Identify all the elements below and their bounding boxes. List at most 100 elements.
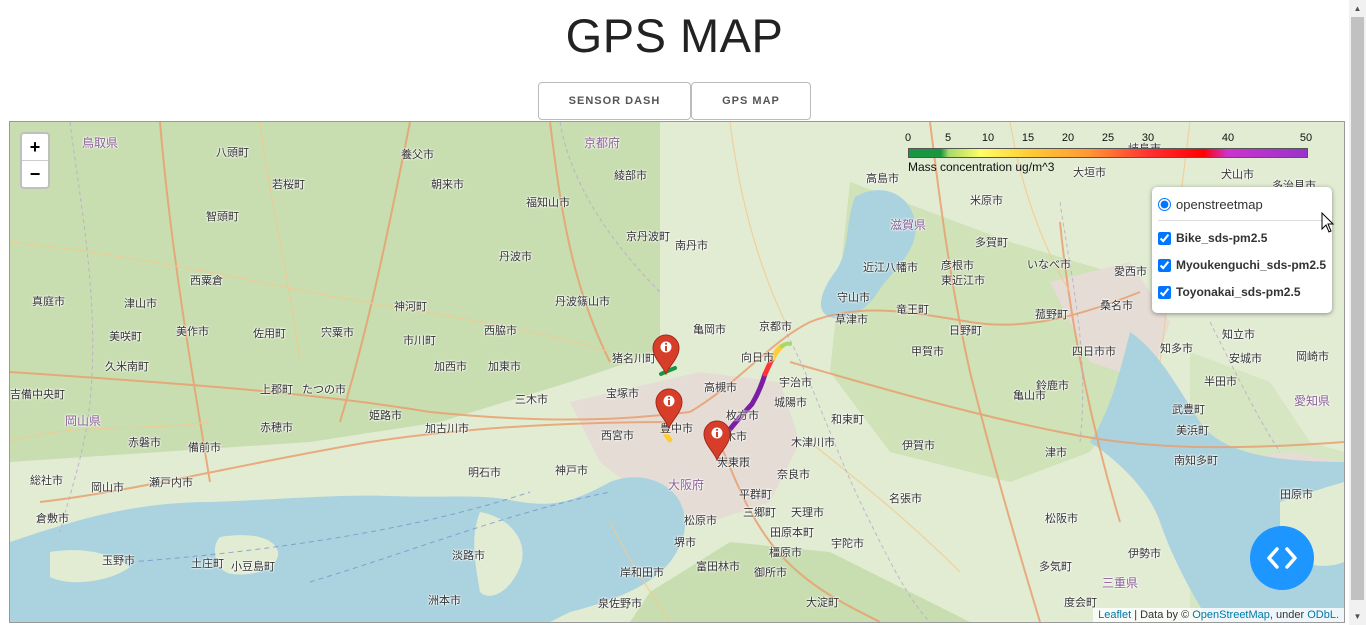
- map-label: 彦根市: [941, 259, 974, 272]
- map-label: 田原本町: [770, 526, 814, 539]
- map-label: 草津市: [835, 313, 868, 326]
- map-view[interactable]: 鳥取県 八頭町 養父市 京都府 若桜町 朝来市 綾部市 高島市 岐阜市 大垣市 …: [9, 121, 1345, 623]
- map-label: 伊賀市: [902, 439, 935, 452]
- overlay-checkbox[interactable]: [1158, 231, 1171, 245]
- map-label: いなべ市: [1027, 258, 1071, 271]
- leaflet-link[interactable]: Leaflet: [1098, 609, 1131, 621]
- map-label: 名張市: [889, 492, 922, 505]
- map-label: 高槻市: [704, 381, 737, 394]
- map-label: 岸和田市: [620, 566, 664, 579]
- map-label: 養父市: [401, 148, 434, 161]
- map-label: 美作市: [176, 325, 209, 338]
- overlay-checkbox[interactable]: [1158, 258, 1171, 272]
- colorbar-tick: 20: [1061, 132, 1075, 144]
- colorbar-tick: 25: [1101, 132, 1115, 144]
- map-marker-icon[interactable]: [702, 419, 732, 461]
- scrollbar-thumb[interactable]: [1351, 17, 1364, 600]
- map-label: 智頭町: [206, 210, 239, 223]
- odbl-link[interactable]: ODbL.: [1307, 609, 1339, 621]
- map-label: 城陽市: [774, 396, 807, 409]
- map-label: 西粟倉: [190, 274, 223, 287]
- map-label: 四日市市: [1072, 345, 1116, 358]
- map-label: 朝来市: [431, 178, 464, 191]
- map-label: 真庭市: [32, 295, 65, 308]
- map-label: 綾部市: [614, 169, 647, 182]
- map-label: 高島市: [866, 172, 899, 185]
- code-icon: [1267, 547, 1297, 569]
- map-label: 姫路市: [369, 409, 402, 422]
- map-label: 美咲町: [109, 330, 142, 343]
- overlay-checkbox[interactable]: [1158, 285, 1171, 299]
- map-label: 京都府: [584, 136, 621, 150]
- page-title: GPS MAP: [565, 9, 784, 62]
- map-label: 伊勢市: [1128, 547, 1161, 560]
- base-layer-openstreetmap[interactable]: openstreetmap: [1158, 197, 1263, 212]
- zoom-control: + −: [20, 132, 50, 189]
- map-label: 多気町: [1039, 560, 1072, 573]
- map-label: 倉敷市: [36, 512, 69, 525]
- map-label: 松阪市: [1045, 512, 1078, 525]
- map-label: 堺市: [674, 536, 696, 549]
- map-label: 宇治市: [779, 376, 812, 389]
- base-layer-label: openstreetmap: [1176, 197, 1263, 212]
- map-label: 西宮市: [601, 429, 634, 442]
- map-label: 福知山市: [526, 196, 570, 209]
- map-label: 奈良市: [777, 468, 810, 481]
- scroll-up-arrow-icon[interactable]: ▲: [1349, 0, 1366, 17]
- map-label: 加東市: [488, 360, 521, 373]
- page-scrollbar[interactable]: ▲ ▼: [1349, 0, 1366, 625]
- base-layer-radio[interactable]: [1158, 198, 1171, 211]
- map-label: 丹波市: [499, 250, 532, 263]
- map-label: 八頭町: [216, 146, 249, 159]
- map-label: 西脇市: [484, 324, 517, 337]
- map-label: 玉野市: [102, 554, 135, 567]
- map-label: 菰野町: [1035, 308, 1068, 321]
- attribution-text: , under: [1269, 609, 1305, 621]
- map-marker-icon[interactable]: [654, 387, 684, 429]
- map-label: 明石市: [468, 466, 501, 479]
- map-label: 瀬戸内市: [149, 476, 193, 489]
- tab-bar: SENSOR DASH GPS MAP: [538, 82, 811, 120]
- colorbar-tick: 10: [981, 132, 995, 144]
- overlay-toyonakai[interactable]: Toyonakai_sds-pm2.5: [1158, 285, 1301, 299]
- scroll-down-arrow-icon[interactable]: ▼: [1349, 608, 1366, 625]
- zoom-out-button[interactable]: −: [22, 161, 48, 187]
- overlay-label: Toyonakai_sds-pm2.5: [1176, 285, 1301, 299]
- map-label: 市川町: [403, 334, 436, 347]
- map-label: 武豊町: [1172, 403, 1205, 416]
- map-label: 平群町: [739, 488, 772, 501]
- map-marker-icon[interactable]: [651, 333, 681, 375]
- map-label: 丹波篠山市: [555, 295, 610, 308]
- colorbar-tick: 40: [1221, 132, 1235, 144]
- map-label: たつの市: [302, 383, 346, 396]
- map-label: 知立市: [1222, 328, 1255, 341]
- map-label: 三重県: [1102, 576, 1139, 590]
- tab-sensor-dash[interactable]: SENSOR DASH: [538, 82, 691, 120]
- layers-separator: [1158, 220, 1326, 221]
- map-label: 多賀町: [975, 236, 1008, 249]
- openstreetmap-link[interactable]: OpenStreetMap: [1192, 609, 1270, 621]
- colorbar-tick: 30: [1141, 132, 1155, 144]
- map-label: 大淀町: [806, 596, 839, 609]
- map-label: 加古川市: [425, 422, 469, 435]
- map-label: 津山市: [124, 297, 157, 310]
- zoom-in-button[interactable]: +: [22, 134, 48, 161]
- map-label: 土庄町: [191, 557, 224, 570]
- map-label: 加西市: [434, 360, 467, 373]
- colorbar-tick: 5: [944, 132, 952, 144]
- map-label: 赤磐市: [128, 436, 161, 449]
- map-label: 鳥取県: [82, 136, 119, 150]
- code-toggle-button[interactable]: [1250, 526, 1314, 590]
- colorbar-tick: 0: [904, 132, 912, 144]
- map-label: 松原市: [684, 514, 717, 527]
- overlay-myoukenguchi[interactable]: Myoukenguchi_sds-pm2.5: [1158, 258, 1326, 272]
- map-label: 岡山市: [91, 481, 124, 494]
- tab-gps-map[interactable]: GPS MAP: [691, 82, 811, 120]
- map-label: 大阪府: [668, 478, 705, 492]
- colorbar-ticks: 0 5 10 15 20 25 30 40 50: [904, 132, 1312, 146]
- overlay-bike[interactable]: Bike_sds-pm2.5: [1158, 231, 1267, 245]
- map-label: 安城市: [1229, 352, 1262, 365]
- map-label: 日野町: [949, 324, 982, 337]
- map-label: 宝塚市: [606, 387, 639, 400]
- map-label: 久米南町: [105, 360, 149, 373]
